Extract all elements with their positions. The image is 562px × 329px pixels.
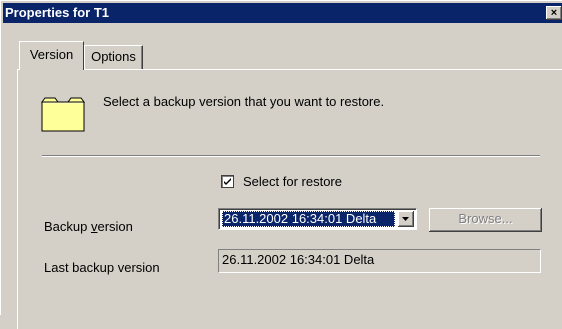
window-title: Properties for T1 [5, 5, 110, 20]
tab-options[interactable]: Options [84, 45, 143, 69]
close-button[interactable]: × [546, 6, 562, 20]
tab-version-label: Version [29, 47, 74, 62]
tab-options-label: Options [91, 49, 136, 64]
title-bar[interactable]: Properties for T1 × [3, 3, 562, 23]
tab-version[interactable]: Version [19, 41, 84, 70]
version-tab-panel [17, 69, 562, 329]
properties-window: Properties for T1 × Version Options Sele… [0, 0, 562, 329]
close-icon[interactable]: × [551, 7, 557, 19]
